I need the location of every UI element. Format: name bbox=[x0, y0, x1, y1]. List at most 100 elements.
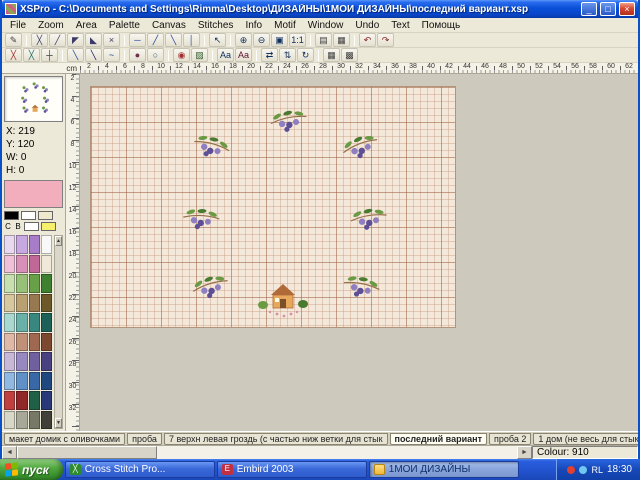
palette-color[interactable] bbox=[16, 255, 27, 274]
olive-branch-motif[interactable] bbox=[347, 203, 390, 238]
palette-color[interactable] bbox=[16, 372, 27, 391]
palette-color[interactable] bbox=[16, 411, 27, 430]
backstitch-line-icon[interactable]: ─ bbox=[129, 33, 146, 47]
grid-toggle-icon[interactable]: ▦ bbox=[333, 33, 350, 47]
palette-color[interactable] bbox=[41, 411, 52, 430]
palette-color[interactable] bbox=[4, 352, 15, 371]
palette-color[interactable] bbox=[29, 313, 40, 332]
menu-zoom[interactable]: Zoom bbox=[32, 19, 70, 32]
petite-stitch-icon[interactable]: × bbox=[103, 33, 120, 47]
menu-canvas[interactable]: Canvas bbox=[146, 19, 192, 32]
tab-1[interactable]: проба bbox=[127, 433, 162, 445]
close-button[interactable]: × bbox=[619, 2, 635, 16]
palette-color[interactable] bbox=[41, 352, 52, 371]
fill-pattern-icon[interactable]: ▨ bbox=[191, 48, 208, 62]
bead-icon[interactable]: ○ bbox=[147, 48, 164, 62]
palette-scrollbar[interactable]: ▲ ▼ bbox=[54, 235, 63, 429]
stitch-canvas[interactable] bbox=[90, 86, 456, 328]
palette-color[interactable] bbox=[29, 274, 40, 293]
palette-swatch[interactable] bbox=[24, 222, 39, 231]
select-arrow-icon[interactable]: ↖ bbox=[209, 33, 226, 47]
tab-0[interactable]: макет домик с оливочками bbox=[4, 433, 125, 445]
olive-branch-motif[interactable] bbox=[188, 269, 234, 309]
flip-horizontal-icon[interactable]: ⇄ bbox=[261, 48, 278, 62]
palette-color[interactable] bbox=[29, 255, 40, 274]
full-cross-stitch-icon[interactable]: ╳ bbox=[31, 33, 48, 47]
palette-color[interactable] bbox=[41, 391, 52, 410]
task-button[interactable]: ╳Cross Stitch Pro... bbox=[65, 461, 215, 478]
zoom-fit-icon[interactable]: ▣ bbox=[271, 33, 288, 47]
palette-color[interactable] bbox=[16, 294, 27, 313]
palette-scroll-up-icon[interactable]: ▲ bbox=[55, 236, 62, 246]
zoom-in-icon[interactable]: ⊕ bbox=[235, 33, 252, 47]
palette-color[interactable] bbox=[16, 235, 27, 254]
palette-color[interactable] bbox=[41, 372, 52, 391]
text-style-icon[interactable]: Aa bbox=[235, 48, 252, 62]
palette-color[interactable] bbox=[4, 235, 15, 254]
palette-swatch[interactable] bbox=[21, 211, 36, 220]
palette-color[interactable] bbox=[16, 391, 27, 410]
olive-branch-motif[interactable] bbox=[338, 269, 384, 309]
pencil-icon[interactable]: ✎ bbox=[5, 33, 22, 47]
print-icon[interactable]: ▤ bbox=[315, 33, 332, 47]
palette-color[interactable] bbox=[29, 372, 40, 391]
grid-large-icon[interactable]: ▩ bbox=[341, 48, 358, 62]
redo-icon[interactable]: ↷ bbox=[377, 33, 394, 47]
start-button[interactable]: пуск bbox=[0, 459, 63, 480]
palette-swatch[interactable] bbox=[4, 211, 19, 220]
tab-5[interactable]: 1 дом (не весь для стыковки) bbox=[533, 433, 638, 445]
half-cross-stitch-icon[interactable]: ╱ bbox=[49, 33, 66, 47]
zoom-out-icon[interactable]: ⊖ bbox=[253, 33, 270, 47]
olive-branch-motif[interactable] bbox=[267, 104, 311, 140]
palette-scroll-down-icon[interactable]: ▼ bbox=[55, 418, 62, 428]
palette-color[interactable] bbox=[4, 411, 15, 430]
task-button[interactable]: EEmbird 2003 bbox=[217, 461, 367, 478]
stitch-color-b-icon[interactable]: ╳ bbox=[23, 48, 40, 62]
menu-undo[interactable]: Undo bbox=[349, 19, 385, 32]
palette-color[interactable] bbox=[4, 333, 15, 352]
text-tool-icon[interactable]: Aa bbox=[217, 48, 234, 62]
palette-color[interactable] bbox=[41, 294, 52, 313]
palette-color[interactable] bbox=[4, 391, 15, 410]
backstitch-vertical-icon[interactable]: │ bbox=[183, 33, 200, 47]
task-button[interactable]: 1МОИ ДИЗАЙНЫ bbox=[369, 461, 519, 478]
menu-text[interactable]: Text bbox=[385, 19, 415, 32]
menu-area[interactable]: Area bbox=[70, 19, 103, 32]
palette-color[interactable] bbox=[4, 294, 15, 313]
french-knot-icon[interactable]: ● bbox=[129, 48, 146, 62]
minimize-button[interactable]: _ bbox=[581, 2, 597, 16]
tab-3[interactable]: последний вариант bbox=[390, 433, 487, 445]
quarter-stitch-icon[interactable]: ◤ bbox=[67, 33, 84, 47]
palette-color[interactable] bbox=[41, 333, 52, 352]
keyboard-layout-indicator[interactable]: RL bbox=[591, 465, 603, 475]
palette-color[interactable] bbox=[29, 391, 40, 410]
scrollbar-thumb[interactable] bbox=[17, 446, 157, 459]
menu-palette[interactable]: Palette bbox=[103, 19, 146, 32]
palette-color[interactable] bbox=[4, 313, 15, 332]
backstitch-thick-icon[interactable]: ╲ bbox=[85, 48, 102, 62]
menu-помощь[interactable]: Помощь bbox=[416, 19, 467, 32]
rotate-icon[interactable]: ↻ bbox=[297, 48, 314, 62]
palette-color[interactable] bbox=[4, 372, 15, 391]
undo-icon[interactable]: ↶ bbox=[359, 33, 376, 47]
pattern-preview[interactable] bbox=[4, 76, 63, 122]
tray-app2-icon[interactable] bbox=[579, 466, 587, 474]
olive-branch-motif[interactable] bbox=[187, 128, 235, 170]
three-quarter-stitch-icon[interactable]: ◣ bbox=[85, 33, 102, 47]
tray-app-icon[interactable] bbox=[567, 466, 575, 474]
zoom-100-icon[interactable]: 1:1 bbox=[289, 33, 306, 47]
scroll-left-icon[interactable]: ◄ bbox=[2, 446, 17, 459]
palette-color[interactable] bbox=[29, 294, 40, 313]
palette-swatch[interactable] bbox=[41, 222, 56, 231]
palette-color[interactable] bbox=[29, 333, 40, 352]
house-motif[interactable] bbox=[257, 279, 309, 324]
palette-color[interactable] bbox=[4, 255, 15, 274]
menu-motif[interactable]: Motif bbox=[268, 19, 302, 32]
olive-branch-motif[interactable] bbox=[337, 128, 385, 170]
tab-2[interactable]: 7 верхн левая гроздь (с частью ниж ветки… bbox=[164, 433, 388, 445]
palette-color[interactable] bbox=[16, 352, 27, 371]
palette-color[interactable] bbox=[29, 235, 40, 254]
tab-4[interactable]: проба 2 bbox=[489, 433, 531, 445]
palette-swatch[interactable] bbox=[38, 211, 53, 220]
scroll-right-icon[interactable]: ► bbox=[517, 446, 532, 459]
